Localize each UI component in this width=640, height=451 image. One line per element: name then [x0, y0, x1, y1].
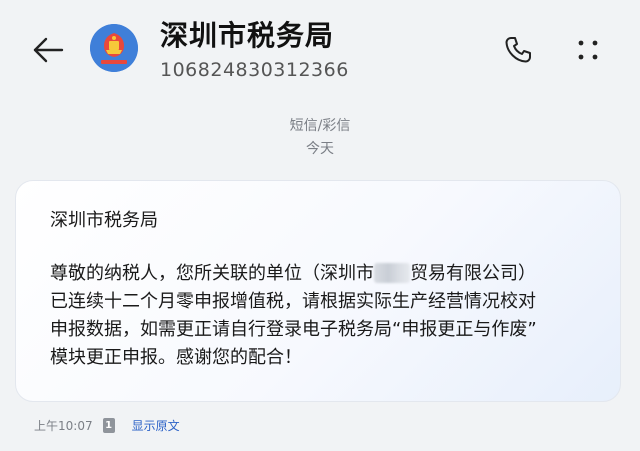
message-body: 尊敬的纳税人，您所关联的单位（深圳市 贸易有限公司） 已连续十二个月零申报增值税，… [50, 260, 610, 372]
message-line-text: 尊敬的纳税人，您所关联的单位（深圳市 [50, 263, 374, 284]
message-footer: 上午10:07 1 显示原文 [34, 416, 180, 434]
conversation-header: 深圳市税务局 106824830312366 [0, 0, 640, 100]
message-timestamp: 上午10:07 [34, 418, 93, 433]
message-line: 申报数据，如需更正请自行登录电子税务局“申报更正与作废” [50, 319, 537, 340]
more-vertical-dots-icon[interactable] [568, 30, 608, 70]
sim-card-badge: 1 [102, 417, 115, 433]
contact-number: 106824830312366 [160, 59, 349, 81]
tax-bureau-emblem-icon[interactable] [90, 24, 138, 72]
message-line: 已连续十二个月零申报增值税，请根据实际生产经营情况校对 [50, 291, 536, 312]
message-type-label: 短信/彩信 [289, 118, 351, 134]
message-bubble[interactable]: 深圳市税务局 尊敬的纳税人，您所关联的单位（深圳市 贸易有限公司） 已连续十二个月… [15, 180, 621, 402]
phone-icon[interactable] [500, 32, 536, 68]
redacted-company-name [374, 263, 410, 283]
message-sender-line: 深圳市税务局 [50, 210, 158, 231]
back-arrow-icon[interactable] [28, 30, 68, 70]
message-line-text: 贸易有限公司） [410, 263, 536, 284]
date-divider: 今天 [306, 141, 334, 157]
message-line: 尊敬的纳税人，您所关联的单位（深圳市 贸易有限公司） [50, 260, 610, 288]
message-line: 模块更正申报。感谢您的配合！ [50, 347, 302, 368]
show-original-link[interactable]: 显示原文 [132, 417, 180, 434]
contact-title: 深圳市税务局 [160, 19, 335, 52]
